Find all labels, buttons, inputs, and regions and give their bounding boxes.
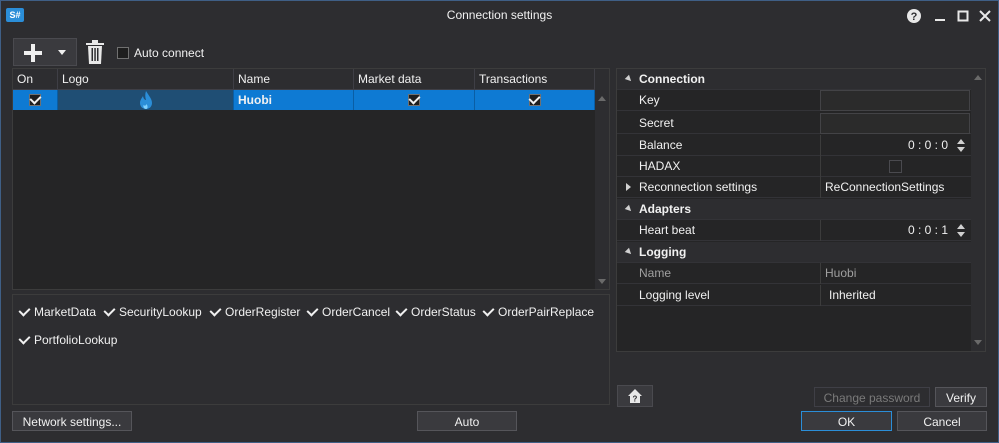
table-row[interactable]: Huobi	[13, 90, 595, 110]
auto-connect-box[interactable]	[117, 47, 129, 59]
huobi-logo-icon	[139, 91, 152, 109]
properties-scrollbar[interactable]	[971, 69, 985, 351]
scroll-down-icon[interactable]	[974, 340, 982, 345]
column-header-transactions[interactable]: Transactions	[475, 69, 595, 89]
category-connection[interactable]: Connection	[617, 69, 971, 90]
message-checkbox-orderstatus[interactable]: OrderStatus	[396, 305, 476, 319]
cancel-button[interactable]: Cancel	[897, 411, 987, 431]
spinner-icon[interactable]	[957, 139, 965, 152]
window-title: Connection settings	[446, 8, 553, 22]
message-checkbox-orderpairreplace[interactable]: OrderPairReplace	[483, 305, 594, 319]
delete-connection-button[interactable]	[82, 38, 108, 66]
svg-text:?: ?	[633, 395, 638, 404]
message-checkbox-portfoliolookup[interactable]: PortfolioLookup	[19, 333, 117, 347]
scroll-down-icon[interactable]	[598, 279, 606, 284]
spinner-icon[interactable]	[957, 224, 965, 237]
auto-button[interactable]: Auto	[417, 411, 517, 431]
column-header-on[interactable]: On	[13, 69, 58, 89]
network-settings-button[interactable]: Network settings...	[12, 411, 132, 431]
svg-text:?: ?	[911, 11, 918, 23]
minimize-icon[interactable]	[930, 6, 950, 26]
name-value: Huobi	[820, 263, 970, 284]
secret-input[interactable]	[820, 113, 970, 134]
message-checkbox-orderregister[interactable]: OrderRegister	[210, 305, 300, 319]
plus-icon	[24, 44, 42, 62]
property-heartbeat: Heart beat 0 : 0 : 1	[617, 220, 971, 241]
collapse-icon[interactable]	[624, 247, 634, 257]
connections-grid: On Logo Name Market data Transactions Hu…	[12, 68, 610, 290]
add-connection-button[interactable]	[13, 38, 77, 66]
property-logging-level: Logging level Inherited	[617, 285, 971, 306]
grid-header: On Logo Name Market data Transactions	[13, 69, 595, 90]
cell-name[interactable]: Huobi	[234, 90, 354, 110]
heartbeat-timespan-input[interactable]: 0 : 0 : 1	[820, 220, 970, 241]
close-icon[interactable]	[975, 6, 995, 26]
scroll-up-icon[interactable]	[598, 96, 606, 101]
cell-on[interactable]	[13, 90, 58, 110]
message-checkbox-ordercancel[interactable]: OrderCancel	[307, 305, 390, 319]
property-secret: Secret	[617, 113, 971, 134]
category-logging[interactable]: Logging	[617, 242, 971, 263]
message-checkbox-securitylookup[interactable]: SecurityLookup	[104, 305, 202, 319]
property-key: Key	[617, 90, 971, 111]
message-checkbox-marketdata[interactable]: MarketData	[19, 305, 96, 319]
auto-connect-checkbox[interactable]: Auto connect	[117, 46, 204, 60]
column-header-market-data[interactable]: Market data	[354, 69, 475, 89]
verify-button[interactable]: Verify	[935, 387, 987, 407]
property-name: Name Huobi	[617, 263, 971, 284]
change-password-button[interactable]: Change password	[814, 387, 930, 407]
key-input[interactable]	[820, 90, 970, 111]
maximize-icon[interactable]	[953, 6, 973, 26]
logging-level-select[interactable]: Inherited	[820, 285, 970, 306]
property-reconnection-settings[interactable]: Reconnection settings ReConnectionSettin…	[617, 177, 971, 198]
property-grid: Connection Key Secret Balance 0 : 0 : 0 …	[616, 68, 986, 352]
supported-messages-panel: MarketData SecurityLookup OrderRegister …	[12, 294, 610, 405]
cell-logo	[58, 90, 234, 110]
property-hadax: HADAX	[617, 156, 971, 177]
help-icon[interactable]: ?	[904, 6, 924, 26]
hadax-checkbox[interactable]	[889, 160, 902, 173]
grid-scrollbar[interactable]	[595, 69, 609, 289]
collapse-icon[interactable]	[624, 204, 634, 214]
balance-timespan-input[interactable]: 0 : 0 : 0	[820, 135, 970, 156]
category-adapters[interactable]: Adapters	[617, 199, 971, 220]
expand-icon[interactable]	[626, 183, 631, 191]
trash-icon	[86, 40, 104, 64]
property-balance: Balance 0 : 0 : 0	[617, 135, 971, 156]
scroll-up-icon[interactable]	[974, 75, 982, 80]
column-header-name[interactable]: Name	[234, 69, 354, 89]
column-header-logo[interactable]: Logo	[58, 69, 234, 89]
home-help-button[interactable]: ?	[617, 385, 653, 407]
collapse-icon[interactable]	[624, 74, 634, 84]
cell-market-data[interactable]	[354, 90, 475, 110]
cell-transactions[interactable]	[475, 90, 595, 110]
ok-button[interactable]: OK	[801, 411, 892, 431]
chevron-down-icon[interactable]	[58, 50, 66, 55]
home-help-icon: ?	[628, 389, 642, 403]
reconnection-value[interactable]: ReConnectionSettings	[820, 177, 970, 198]
auto-connect-label: Auto connect	[134, 46, 205, 60]
